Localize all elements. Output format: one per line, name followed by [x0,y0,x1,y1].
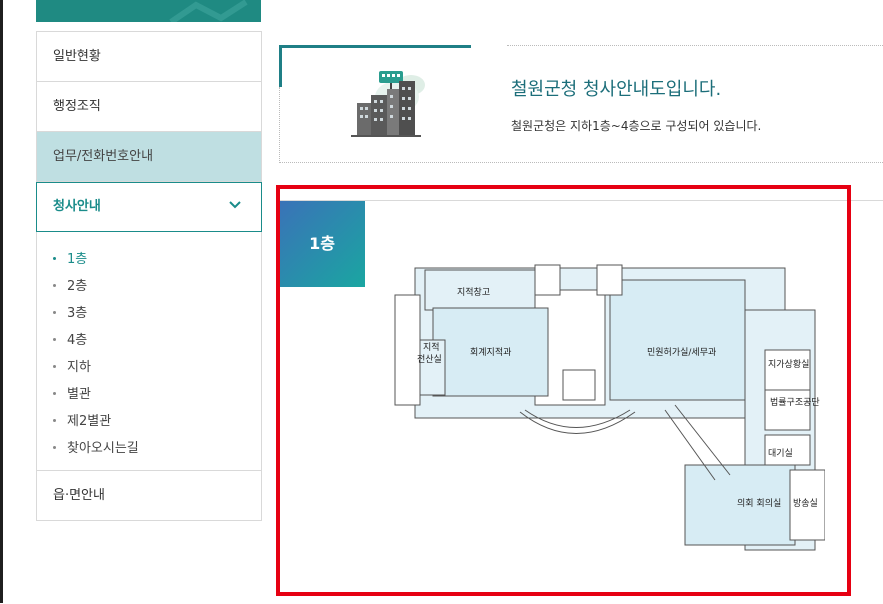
bullet-icon [53,257,56,260]
window-edge [0,0,3,603]
sidebar-item-building-guide[interactable]: 청사안내 [36,182,262,232]
page-header: 철원군청 청사안내도입니다. 철원군청은 지하1층~4층으로 구성되어 있습니다… [279,45,883,163]
subnav-item-annex[interactable]: 별관 [53,381,261,408]
sidebar-item-general[interactable]: 일반현황 [37,32,261,82]
subnav-label: 4층 [67,333,88,348]
sidebar-item-phone-directory[interactable]: 업무/전화번호안내 [37,132,261,182]
subnav-item-1f[interactable]: 1층 [53,246,261,273]
page-description: 철원군청은 지하1층~4층으로 구성되어 있습니다. [511,119,762,133]
sidebar-nav: 일반현황 행정조직 업무/전화번호안내 청사안내 1층 2층 3층 4층 지하 … [36,31,262,521]
divider [279,87,280,163]
subnav-label: 3층 [67,306,88,321]
bullet-icon [53,311,56,314]
building-icon [351,71,425,137]
subnav-label: 찾아오시는길 [67,441,139,456]
bullet-icon [53,446,56,449]
bullet-icon [53,338,56,341]
sidebar-item-label: 청사안내 [53,199,101,214]
bullet-icon [53,392,56,395]
subnav-item-basement[interactable]: 지하 [53,354,261,381]
bullet-icon [53,365,56,368]
subnav-label: 1층 [67,252,88,267]
divider [507,45,883,46]
page-title: 철원군청 청사안내도입니다. [511,79,722,100]
sidebar-item-towns[interactable]: 읍·면안내 [37,471,261,521]
divider [279,162,883,163]
subnav-item-4f[interactable]: 4층 [53,327,261,354]
subnav-label: 별관 [67,387,91,402]
bullet-icon [53,419,56,422]
subnav-label: 지하 [67,360,91,375]
sidebar-header-banner [36,0,261,22]
header-accent-line-left [279,45,282,87]
banner-decoration-icon [169,0,248,22]
chevron-down-icon [229,183,241,231]
subnav-item-annex2[interactable]: 제2별관 [53,408,261,435]
subnav-label: 2층 [67,279,88,294]
bullet-icon [53,284,56,287]
sidebar-item-organization[interactable]: 행정조직 [37,82,261,132]
subnav-item-2f[interactable]: 2층 [53,273,261,300]
subnav-item-3f[interactable]: 3층 [53,300,261,327]
highlight-box [276,185,851,596]
header-accent-line [279,45,471,48]
sidebar-subnav: 1층 2층 3층 4층 지하 별관 제2별관 찾아오시는길 [37,232,261,471]
subnav-label: 제2별관 [67,414,112,429]
subnav-item-directions[interactable]: 찾아오시는길 [53,435,261,462]
